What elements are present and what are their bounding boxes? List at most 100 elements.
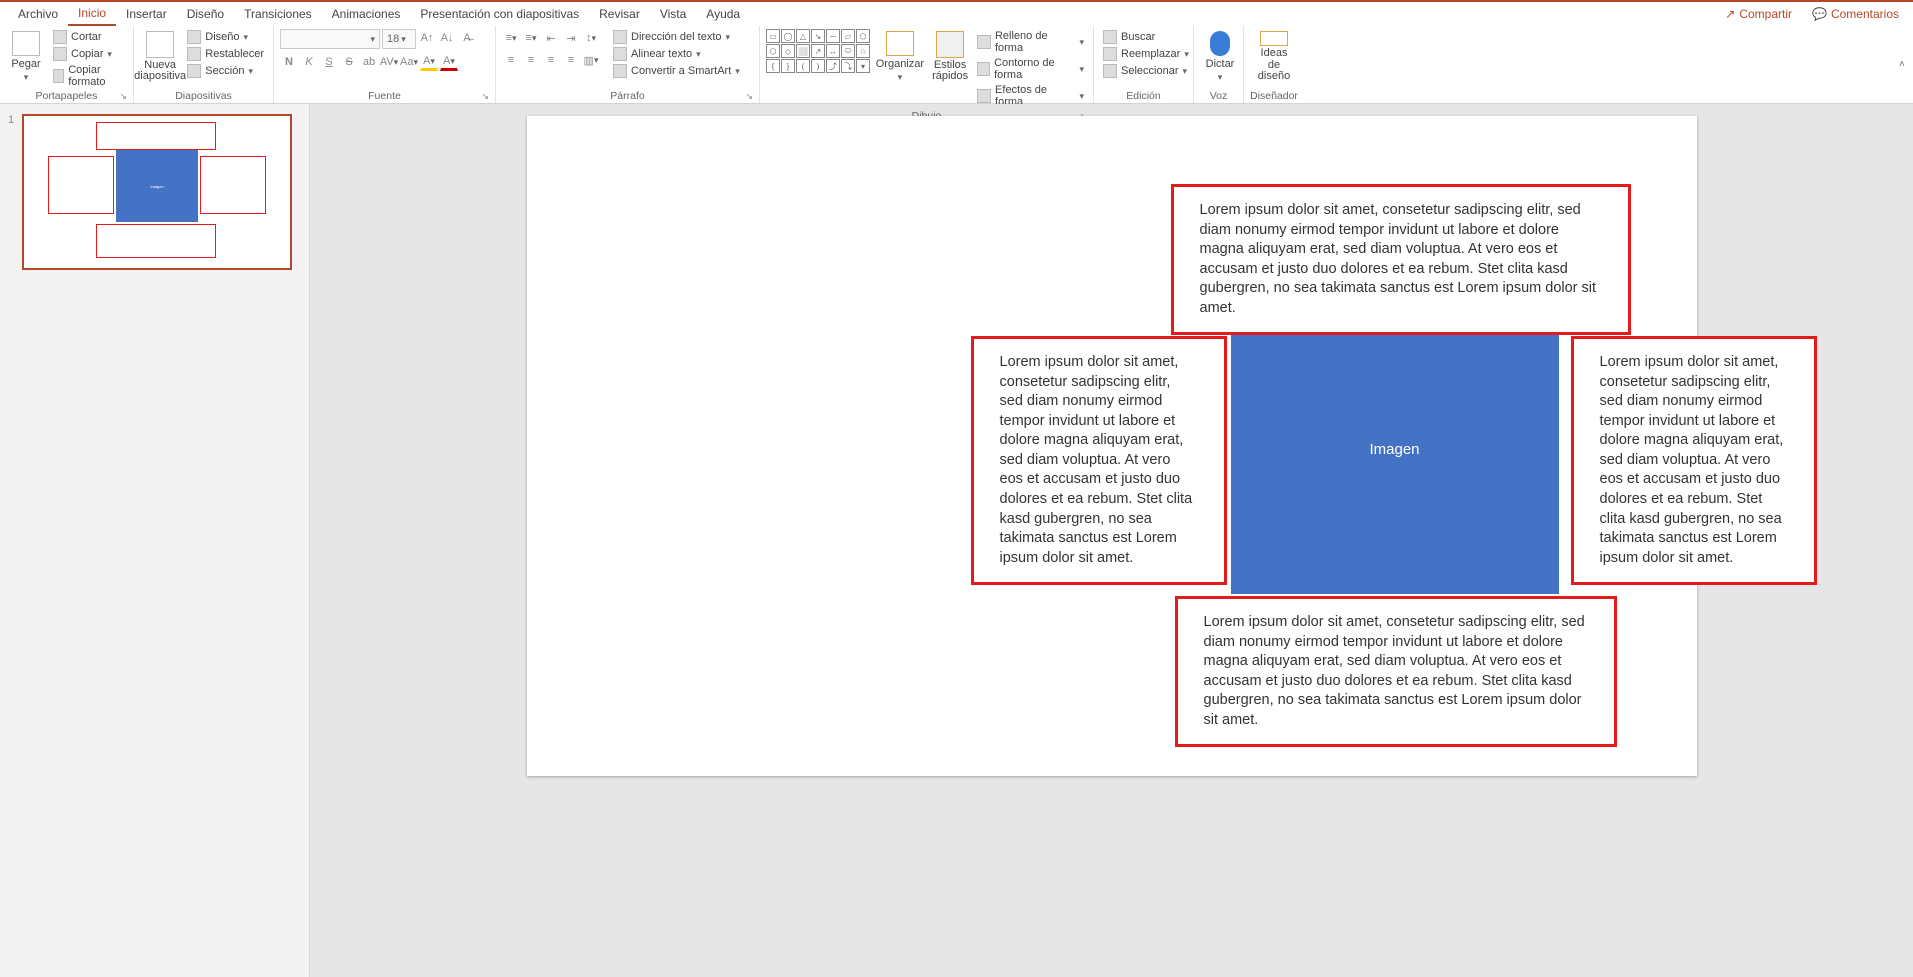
clear-format-icon[interactable]: A̶ — [458, 29, 476, 47]
slide-thumbnail-panel: 1 Imagen — [0, 104, 310, 977]
change-case-button[interactable]: Aa▾ — [400, 53, 418, 71]
textbox-right-text: Lorem ipsum dolor sit amet, consetetur s… — [1600, 354, 1784, 566]
tab-archivo[interactable]: Archivo — [8, 3, 68, 25]
quick-styles-button[interactable]: Estilos rápidos — [930, 29, 971, 85]
textbox-top[interactable]: Lorem ipsum dolor sit amet, consetetur s… — [1171, 184, 1631, 335]
tab-presentacion[interactable]: Presentación con diapositivas — [410, 3, 589, 25]
slide-number: 1 — [8, 114, 18, 270]
layout-button[interactable]: Diseño ▾ — [184, 29, 267, 45]
bold-button[interactable]: N — [280, 53, 298, 71]
tab-vista[interactable]: Vista — [650, 3, 696, 25]
decrease-font-icon[interactable]: A↓ — [438, 29, 456, 47]
increase-font-icon[interactable]: A↑ — [418, 29, 436, 47]
group-label-slides: Diapositivas — [140, 89, 267, 102]
shadow-button[interactable]: ab — [360, 53, 378, 71]
underline-button[interactable]: S — [320, 53, 338, 71]
textbox-right[interactable]: Lorem ipsum dolor sit amet, consetetur s… — [1571, 336, 1817, 585]
arrange-button[interactable]: Organizar▾ — [874, 29, 926, 85]
replace-button[interactable]: Reemplazar ▾ — [1100, 46, 1192, 62]
tab-transiciones[interactable]: Transiciones — [234, 3, 322, 25]
design-ideas-button[interactable]: Ideas de diseño — [1250, 29, 1298, 85]
italic-button[interactable]: K — [300, 53, 318, 71]
bullets-button[interactable]: ≡▾ — [502, 29, 520, 47]
group-label-clipboard: Portapapeles — [36, 90, 98, 102]
increase-indent-button[interactable]: ⇥ — [562, 29, 580, 47]
char-spacing-button[interactable]: AV▾ — [380, 53, 398, 71]
align-text-icon — [613, 47, 627, 61]
smartart-icon — [613, 64, 627, 78]
format-painter-button[interactable]: Copiar formato — [50, 63, 127, 89]
justify-button[interactable]: ≡ — [562, 51, 580, 69]
group-label-voice: Voz — [1200, 89, 1237, 102]
align-text-button[interactable]: Alinear texto ▾ — [610, 46, 743, 62]
slide-canvas-area[interactable]: Imagen Lorem ipsum dolor sit amet, conse… — [310, 104, 1913, 977]
textbox-top-text: Lorem ipsum dolor sit amet, consetetur s… — [1200, 202, 1597, 316]
decrease-indent-button[interactable]: ⇤ — [542, 29, 560, 47]
font-color-button[interactable]: A▾ — [440, 53, 458, 71]
textbox-bottom[interactable]: Lorem ipsum dolor sit amet, consetetur s… — [1175, 596, 1617, 747]
tab-revisar[interactable]: Revisar — [589, 3, 650, 25]
align-left-button[interactable]: ≡ — [502, 51, 520, 69]
mic-icon — [1210, 31, 1230, 56]
align-center-button[interactable]: ≡ — [522, 51, 540, 69]
group-label-designer: Diseñador — [1250, 89, 1298, 102]
image-label: Imagen — [1369, 441, 1419, 458]
section-icon — [187, 64, 201, 78]
slide-1[interactable]: Imagen Lorem ipsum dolor sit amet, conse… — [527, 116, 1697, 776]
clipboard-icon — [12, 31, 40, 56]
textbox-left-text: Lorem ipsum dolor sit amet, consetetur s… — [1000, 354, 1193, 566]
align-right-button[interactable]: ≡ — [542, 51, 560, 69]
font-name-dropdown[interactable]: ▾ — [280, 29, 380, 49]
numbering-button[interactable]: ≡▾ — [522, 29, 540, 47]
shape-outline-button[interactable]: Contorno de forma ▾ — [974, 56, 1087, 82]
cut-button[interactable]: Cortar — [50, 29, 127, 45]
highlight-button[interactable]: A▾ — [420, 53, 438, 71]
group-label-paragraph: Párrafo — [610, 90, 644, 102]
smartart-button[interactable]: Convertir a SmartArt ▾ — [610, 63, 743, 79]
tab-animaciones[interactable]: Animaciones — [322, 3, 411, 25]
paste-button[interactable]: Pegar ▾ — [6, 29, 46, 85]
textbox-bottom-text: Lorem ipsum dolor sit amet, consetetur s… — [1204, 614, 1585, 728]
text-direction-button[interactable]: Dirección del texto ▾ — [610, 29, 743, 45]
tab-inicio[interactable]: Inicio — [68, 2, 116, 26]
reset-icon — [187, 47, 201, 61]
comments-button[interactable]: 💬 Comentarios — [1806, 5, 1905, 23]
line-spacing-button[interactable]: ↕▾ — [582, 29, 600, 47]
collapse-ribbon-button[interactable]: ˄ — [1899, 59, 1913, 70]
shapes-gallery[interactable]: ▭◯△↘─▱⬠ ⬡◇⬜↗↔⬭☆ {}()⤴⤵▾ — [766, 29, 870, 73]
new-slide-button[interactable]: Nueva diapositiva — [140, 29, 180, 85]
search-icon — [1103, 30, 1117, 44]
shape-fill-button[interactable]: Relleno de forma ▾ — [974, 29, 1087, 55]
new-slide-icon — [146, 31, 174, 58]
columns-button[interactable]: ▥▾ — [582, 51, 600, 69]
ribbon: Pegar ▾ Cortar Copiar ▾ Copiar formato P… — [0, 26, 1913, 104]
brush-icon — [53, 69, 64, 83]
scissors-icon — [53, 30, 67, 44]
section-button[interactable]: Sección ▾ — [184, 63, 267, 79]
tab-insertar[interactable]: Insertar — [116, 3, 177, 25]
reset-button[interactable]: Restablecer — [184, 46, 267, 62]
copy-icon — [53, 47, 67, 61]
clipboard-launcher[interactable]: ↘ — [119, 91, 127, 102]
textbox-left[interactable]: Lorem ipsum dolor sit amet, consetetur s… — [971, 336, 1227, 585]
tab-ayuda[interactable]: Ayuda — [696, 3, 750, 25]
font-launcher[interactable]: ↘ — [481, 91, 489, 102]
find-button[interactable]: Buscar — [1100, 29, 1192, 45]
share-button[interactable]: ↗ Compartir — [1719, 5, 1798, 23]
design-ideas-icon — [1260, 31, 1288, 46]
paragraph-launcher[interactable]: ↘ — [745, 91, 753, 102]
menu-tabs: Archivo Inicio Insertar Diseño Transicio… — [0, 2, 1913, 26]
text-direction-icon — [613, 30, 627, 44]
slide-thumbnail-1[interactable]: Imagen — [22, 114, 292, 270]
tab-diseno[interactable]: Diseño — [177, 3, 234, 25]
strike-button[interactable]: S — [340, 53, 358, 71]
effects-icon — [977, 89, 991, 103]
quick-styles-icon — [936, 31, 964, 58]
copy-button[interactable]: Copiar ▾ — [50, 46, 127, 62]
dictate-button[interactable]: Dictar▾ — [1200, 29, 1240, 85]
select-button[interactable]: Seleccionar ▾ — [1100, 63, 1192, 79]
layout-icon — [187, 30, 201, 44]
font-size-dropdown[interactable]: 18▾ — [382, 29, 416, 49]
image-placeholder[interactable]: Imagen — [1231, 304, 1559, 594]
select-icon — [1103, 64, 1117, 78]
